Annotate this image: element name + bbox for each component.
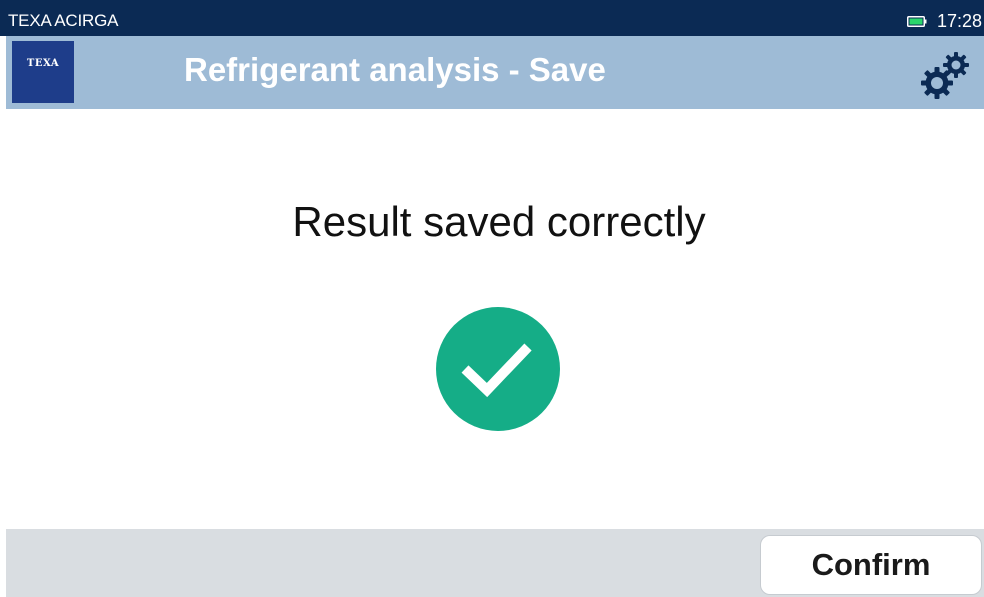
status-time: 17:28 [936,11,982,31]
page-title: Refrigerant analysis - Save [184,51,606,88]
app-header: TEXA Refrigerant analysis - Save [6,36,984,109]
settings-button[interactable] [914,45,972,101]
status-bar: TEXA ACIRGA 17:28 [0,0,984,36]
check-circle-icon [436,307,560,431]
gears-icon [921,52,969,99]
result-message: Result saved correctly [292,198,706,245]
footer-bar: Confirm [6,529,984,597]
logo-text: TEXA [26,58,60,69]
battery-icon [906,15,927,27]
main-content: Result saved correctly [6,109,984,529]
status-app-name: TEXA ACIRGA [8,11,119,30]
status-right: 17:28 [906,11,982,31]
confirm-button[interactable]: Confirm [760,535,982,595]
texa-logo: TEXA [12,41,74,103]
